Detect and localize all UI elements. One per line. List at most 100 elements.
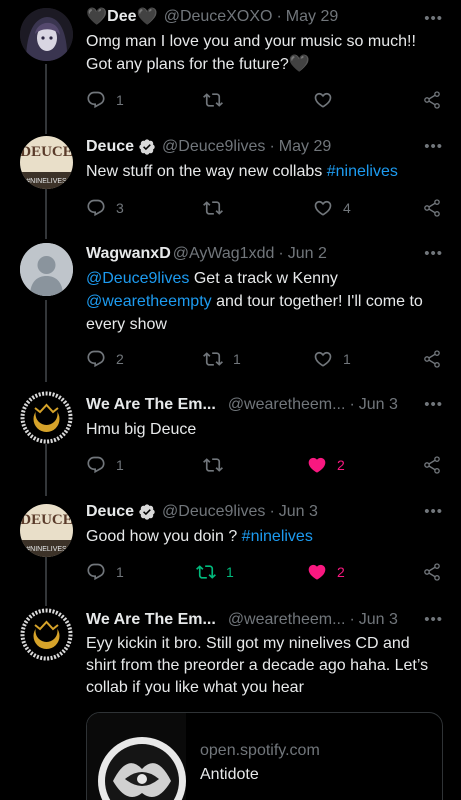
- reply-icon: [86, 198, 106, 218]
- separator-dot: ·: [269, 503, 275, 520]
- tweet-text: Good how you doin ? #ninelives: [86, 526, 443, 548]
- retweet-icon: [203, 90, 223, 110]
- verified-badge-icon: [138, 503, 156, 521]
- band-logo-avatar: [20, 391, 73, 444]
- timestamp[interactable]: Jun 2: [288, 245, 327, 263]
- handle[interactable]: @AyWag1xdd: [173, 245, 275, 263]
- more-options-icon[interactable]: •••: [424, 10, 443, 27]
- tweet-actions: 3 4: [86, 196, 446, 220]
- reply-button[interactable]: 1: [86, 453, 124, 477]
- avatar-logo-art: #NINELIVES: [26, 178, 67, 185]
- tweet[interactable]: DEUCE #NINELIVES Deuce @Deuce9lives · Ma…: [0, 124, 461, 239]
- display-name[interactable]: We Are The Em...: [86, 396, 216, 414]
- link-title: Antidote: [200, 766, 259, 783]
- avatar[interactable]: [20, 243, 73, 296]
- handle[interactable]: @wearetheem...: [228, 611, 346, 629]
- like-button[interactable]: 2: [307, 453, 345, 477]
- like-button[interactable]: [313, 88, 343, 112]
- band-logo-avatar: [20, 608, 73, 661]
- hashtag-link[interactable]: #ninelives: [327, 163, 398, 180]
- heart-filled-icon: [307, 562, 327, 582]
- mention-link[interactable]: @Deuce9lives: [86, 270, 189, 287]
- display-name[interactable]: Deuce: [86, 138, 134, 156]
- tweet[interactable]: 🖤 Dee 🖤 @DeuceXOXO · May 29 ••• Omg man …: [0, 0, 461, 124]
- timestamp[interactable]: May 29: [286, 8, 338, 26]
- link-preview-card[interactable]: open.spotify.com Antidote: [86, 712, 443, 800]
- more-options-icon[interactable]: •••: [424, 138, 443, 155]
- retweet-button[interactable]: [203, 196, 233, 220]
- timestamp[interactable]: Jun 3: [279, 503, 318, 521]
- share-icon: [422, 562, 442, 582]
- handle[interactable]: @DeuceXOXO: [164, 8, 273, 26]
- album-art-thumbnail: [87, 713, 186, 800]
- avatar[interactable]: [20, 391, 73, 444]
- reply-button[interactable]: 3: [86, 196, 124, 220]
- tweet-header: WagwanxD @AyWag1xdd · Jun 2: [86, 243, 447, 265]
- black-heart-icon: 🖤: [288, 54, 310, 73]
- timestamp[interactable]: Jun 3: [359, 611, 398, 629]
- black-heart-icon: 🖤: [136, 7, 158, 26]
- share-button[interactable]: [422, 347, 442, 371]
- tweet[interactable]: DEUCE #NINELIVES Deuce @Deuce9lives · Ju…: [0, 496, 461, 606]
- more-options-icon[interactable]: •••: [424, 611, 443, 628]
- share-button[interactable]: [422, 196, 442, 220]
- share-button[interactable]: [422, 88, 442, 112]
- tweet-text-content: New stuff on the way new collabs: [86, 163, 327, 180]
- display-name[interactable]: We Are The Em...: [86, 611, 216, 629]
- tweet-header: We Are The Em... @wearetheem... · Jun 3: [86, 609, 447, 631]
- verified-badge-icon: [138, 138, 156, 156]
- retweet-count: 1: [233, 351, 241, 367]
- avatar[interactable]: DEUCE #NINELIVES: [20, 136, 73, 189]
- heart-filled-icon: [307, 455, 327, 475]
- like-button[interactable]: 1: [313, 347, 351, 371]
- reply-button[interactable]: 1: [86, 560, 124, 584]
- share-button[interactable]: [422, 453, 442, 477]
- share-icon: [422, 198, 442, 218]
- timestamp[interactable]: May 29: [279, 138, 331, 156]
- display-name[interactable]: WagwanxD: [86, 245, 171, 263]
- retweet-icon: [203, 349, 223, 369]
- avatar[interactable]: [20, 8, 73, 61]
- retweet-button[interactable]: [203, 88, 233, 112]
- reply-button[interactable]: 1: [86, 88, 124, 112]
- handle[interactable]: @wearetheem...: [228, 396, 346, 414]
- like-count: 4: [343, 200, 351, 216]
- retweet-count: 1: [226, 564, 234, 580]
- tweet[interactable]: We Are The Em... @wearetheem... · Jun 3 …: [0, 382, 461, 496]
- like-button[interactable]: 4: [313, 196, 351, 220]
- retweet-button[interactable]: 1: [196, 560, 234, 584]
- display-name[interactable]: Dee: [107, 8, 136, 26]
- more-options-icon[interactable]: •••: [424, 245, 443, 262]
- hashtag-link[interactable]: #ninelives: [242, 528, 313, 545]
- display-name[interactable]: Deuce: [86, 503, 134, 521]
- more-options-icon[interactable]: •••: [424, 396, 443, 413]
- default-avatar-icon: [20, 243, 73, 296]
- tweet-text: New stuff on the way new collabs #nineli…: [86, 161, 443, 183]
- tweet-actions: 1 2: [86, 453, 446, 477]
- reply-count: 3: [116, 200, 124, 216]
- avatar-logo-art: DEUCE: [20, 512, 73, 528]
- avatar[interactable]: [20, 608, 73, 661]
- tweet[interactable]: WagwanxD @AyWag1xdd · Jun 2 ••• @Deuce9l…: [0, 239, 461, 382]
- share-button[interactable]: [422, 560, 442, 584]
- retweet-button[interactable]: 1: [203, 347, 241, 371]
- avatar[interactable]: DEUCE #NINELIVES: [20, 504, 73, 557]
- reply-button[interactable]: 2: [86, 347, 124, 371]
- like-count: 2: [337, 564, 345, 580]
- like-button[interactable]: 2: [307, 560, 345, 584]
- separator-dot: ·: [278, 245, 284, 262]
- handle[interactable]: @Deuce9lives: [162, 138, 265, 156]
- tweet-header: Deuce @Deuce9lives · Jun 3: [86, 501, 447, 523]
- tweet-text: Omg man I love you and your music so muc…: [86, 31, 443, 76]
- retweet-button[interactable]: [203, 453, 233, 477]
- tweet-text-content: Eyy kickin it bro. Still got my ninelive…: [86, 635, 429, 696]
- avatar-logo-art: DEUCE: [20, 144, 73, 160]
- mention-link[interactable]: @wearetheempty: [86, 293, 212, 310]
- like-count: 1: [343, 351, 351, 367]
- album-art-image: [87, 713, 186, 800]
- reply-count: 1: [116, 92, 124, 108]
- handle[interactable]: @Deuce9lives: [162, 503, 265, 521]
- separator-dot: ·: [276, 8, 282, 25]
- timestamp[interactable]: Jun 3: [359, 396, 398, 414]
- more-options-icon[interactable]: •••: [424, 503, 443, 520]
